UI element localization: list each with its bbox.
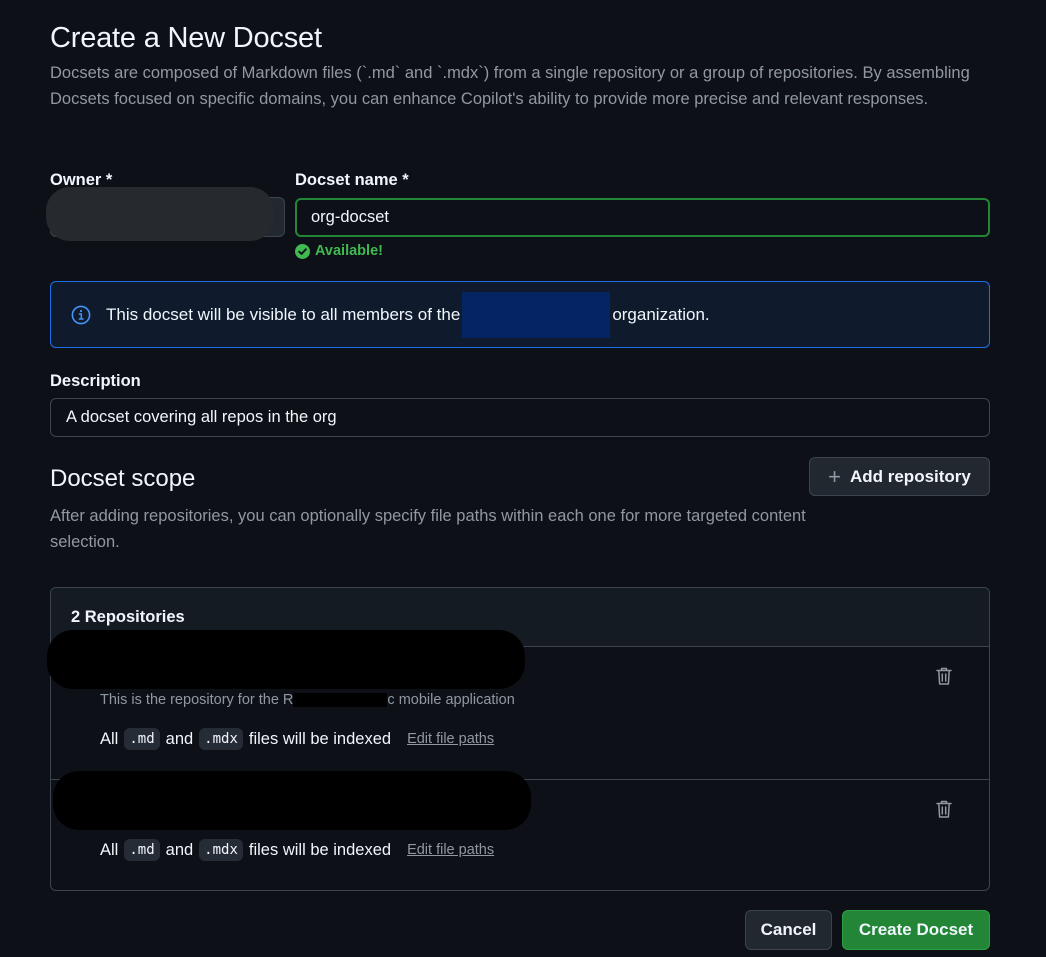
description-redaction [293, 693, 388, 708]
description-value: A docset covering all repos in the org [66, 408, 337, 426]
repository-description: This is the repository for the R c mobile… [100, 692, 515, 708]
org-name-redaction [462, 291, 611, 338]
scope-description: After adding repositories, you can optio… [50, 507, 806, 551]
description-label: Description [50, 372, 141, 390]
mdx-extension: .mdx [199, 839, 243, 861]
repository-name-redaction [53, 771, 531, 830]
cancel-button[interactable]: Cancel [745, 910, 832, 950]
repository-indexing-info: All .md and .mdx files will be indexed E… [100, 837, 494, 863]
repository-description-end: c mobile application [387, 692, 515, 708]
check-circle-icon [295, 243, 310, 259]
trash-icon[interactable] [935, 799, 953, 819]
indexed-text: All [100, 840, 119, 859]
scope-title: Docset scope [50, 465, 196, 492]
create-docset-label: Create Docset [858, 920, 974, 939]
edit-file-paths-link[interactable]: Edit file paths [407, 731, 494, 747]
visibility-text-end: organization. [612, 304, 710, 324]
repository-description-start: This is the repository for the R [100, 692, 294, 708]
plus-icon: + [828, 463, 841, 489]
cancel-label: Cancel [760, 920, 817, 939]
add-repository-button[interactable]: + Add repository [809, 457, 990, 496]
page-description: Docsets are composed of Markdown files (… [50, 64, 970, 108]
availability-status: Available! [295, 242, 383, 260]
docset-name-label: Docset name * [295, 171, 409, 189]
indexed-text: All [100, 729, 119, 748]
indexed-text: and [165, 729, 194, 748]
docset-name-value: org-docset [311, 208, 389, 226]
indexed-text: files will be indexed [248, 729, 392, 748]
create-docset-button[interactable]: Create Docset [842, 910, 990, 950]
md-extension: .md [124, 839, 160, 861]
create-docset-page: Create a New Docset Docsets are composed… [0, 0, 1046, 957]
repository-count: 2 Repositories [71, 607, 185, 626]
add-repository-label: Add repository [849, 466, 971, 486]
repository-name-redaction [47, 630, 525, 689]
description-input[interactable]: A docset covering all repos in the org [50, 398, 990, 437]
available-text: Available! [315, 243, 383, 259]
edit-file-paths-link[interactable]: Edit file paths [407, 842, 494, 858]
indexed-text: files will be indexed [248, 840, 392, 859]
indexed-text: and [165, 840, 194, 859]
md-extension: .md [124, 728, 160, 750]
visibility-text-start: This docset will be visible to all membe… [106, 304, 461, 324]
owner-redaction [46, 187, 274, 241]
mdx-extension: .mdx [199, 728, 243, 750]
page-title: Create a New Docset [50, 22, 322, 54]
trash-icon[interactable] [935, 666, 953, 686]
docset-name-input[interactable]: org-docset [295, 198, 990, 237]
repository-indexing-info: All .md and .mdx files will be indexed E… [100, 726, 494, 752]
visibility-notice: This docset will be visible to all membe… [50, 281, 990, 348]
info-icon [71, 305, 91, 324]
